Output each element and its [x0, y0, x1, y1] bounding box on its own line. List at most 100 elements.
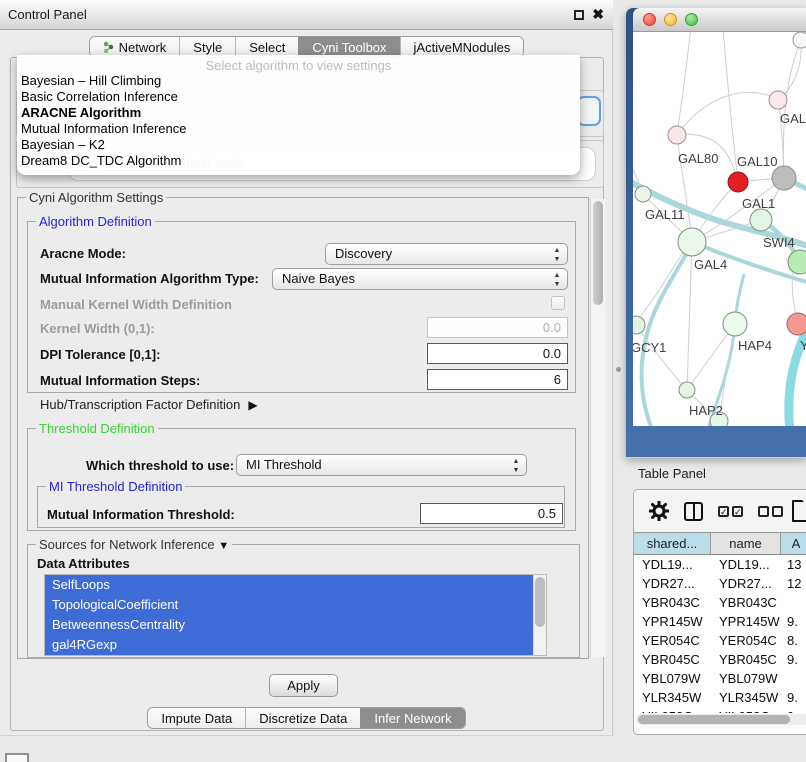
scrollbar-thumb[interactable] [638, 715, 790, 724]
network-node[interactable] [633, 316, 645, 334]
mi-steps-label: Mutual Information Steps: [40, 373, 200, 388]
select-all-columns-icon[interactable]: ✓✓ [718, 506, 743, 517]
node-label-gal1: GAL1 [742, 196, 775, 211]
column-header-shared[interactable]: shared... [634, 533, 711, 555]
gear-icon[interactable] [649, 501, 669, 521]
threshold-definition-title: Threshold Definition [36, 421, 158, 436]
table-row[interactable]: YDR27...YDR27...12 [634, 574, 806, 593]
focused-combo-button[interactable] [577, 96, 601, 126]
columns-icon[interactable] [684, 502, 703, 521]
scrollbar-thumb[interactable] [593, 201, 603, 305]
attribute-option-topologicalcoefficient[interactable]: TopologicalCoefficient [45, 595, 546, 615]
tab-jactivemnodules[interactable]: jActiveMNodules [400, 37, 524, 57]
tab-cyni-toolbox[interactable]: Cyni Toolbox [298, 37, 399, 57]
mi-threshold-label: Mutual Information Threshold: [47, 507, 235, 522]
mi-type-label: Mutual Information Algorithm Type: [40, 271, 259, 286]
manual-kernel-checkbox[interactable] [551, 296, 565, 310]
table-row[interactable]: YBR045CYBR045C9. [634, 650, 806, 669]
algorithm-dropdown-list: Select algorithm to view settings Bayesi… [17, 55, 580, 175]
tab-discretize-data[interactable]: Discretize Data [245, 708, 360, 728]
network-node[interactable] [769, 91, 787, 109]
table-row[interactable]: YLR345WYLR345W9. [634, 688, 806, 707]
table-panel-divider [620, 457, 806, 458]
hub-section-label: Hub/Transcription Factor Definition [40, 397, 240, 412]
tab-style[interactable]: Style [179, 37, 235, 57]
network-node[interactable] [668, 126, 686, 144]
mi-threshold-field[interactable]: 0.5 [420, 503, 563, 524]
node-label-swi4: SWI4 [763, 235, 795, 250]
network-node[interactable] [728, 172, 748, 192]
dpi-tolerance-label: DPI Tolerance [0,1]: [40, 347, 160, 362]
network-node[interactable] [723, 312, 747, 336]
sources-group-title: Sources for Network Inference ▼ [36, 537, 232, 552]
new-table-icon[interactable] [792, 500, 806, 522]
collapse-down-icon[interactable]: ▼ [218, 540, 229, 552]
zoom-traffic-light-icon[interactable] [685, 13, 698, 26]
minimize-traffic-light-icon[interactable] [664, 13, 677, 26]
dropdown-placeholder: Select algorithm to view settings [17, 58, 580, 73]
attribute-option-betweennesscentrality[interactable]: BetweennessCentrality [45, 615, 546, 635]
settings-scrollbar[interactable] [590, 199, 605, 657]
table-row[interactable]: YDL19...YDL19...13 [634, 555, 806, 574]
close-icon[interactable]: ✖ [592, 6, 604, 23]
table-row[interactable]: YER054CYER054C8. [634, 631, 806, 650]
network-node[interactable] [787, 313, 806, 335]
which-threshold-select[interactable]: MI Threshold ▲▼ [236, 454, 527, 476]
spinner-arrows-icon: ▲▼ [510, 455, 522, 475]
which-threshold-label: Which threshold to use: [86, 458, 234, 473]
cell: YBR045C [634, 650, 711, 669]
network-node[interactable] [793, 32, 806, 48]
algorithm-option-aracne-algorithm[interactable]: ARACNE Algorithm [17, 105, 580, 121]
kernel-width-field[interactable]: 0.0 [427, 317, 568, 338]
cell: YBL079W [711, 669, 781, 688]
network-window-titlebar[interactable] [633, 8, 806, 32]
manual-kernel-label: Manual Kernel Width Definition [40, 297, 232, 312]
table-row[interactable]: YBL079WYBL079W [634, 669, 806, 688]
cell [781, 669, 806, 688]
tab-network[interactable]: Network [90, 37, 180, 57]
scrollbar-thumb[interactable] [535, 577, 545, 627]
apply-button[interactable]: Apply [269, 674, 338, 697]
aracne-mode-select[interactable]: Discovery ▲▼ [325, 243, 568, 265]
network-node[interactable] [635, 186, 651, 202]
panel-divider-grip[interactable] [616, 367, 621, 372]
data-attributes-list[interactable]: SelfLoopsTopologicalCoefficientBetweenne… [44, 574, 547, 656]
mi-steps-field[interactable]: 6 [427, 369, 568, 390]
hub-transcription-section[interactable]: Hub/Transcription Factor Definition ▶ [40, 397, 258, 412]
expand-right-icon[interactable]: ▶ [248, 398, 257, 412]
tab-impute-data[interactable]: Impute Data [148, 708, 245, 728]
deselect-all-columns-icon[interactable] [758, 506, 783, 517]
network-node[interactable] [678, 228, 706, 256]
tab-select[interactable]: Select [235, 37, 298, 57]
float-window-icon[interactable] [574, 10, 584, 20]
table-row[interactable]: YIL052CYIL052C9. [634, 707, 806, 713]
mi-type-select[interactable]: Naive Bayes ▲▼ [272, 268, 568, 290]
settings-group-title: Cyni Algorithm Settings [26, 190, 166, 205]
table-horizontal-scrollbar[interactable] [636, 714, 806, 725]
network-node[interactable] [750, 209, 772, 231]
table-row[interactable]: YPR145WYPR145W9. [634, 612, 806, 631]
cell: YIL052C [634, 707, 711, 713]
cell: YBR043C [711, 593, 781, 612]
column-header-a[interactable]: A [781, 533, 806, 555]
algorithm-option-mutual-information-inference[interactable]: Mutual Information Inference [17, 121, 580, 137]
list-scrollbar[interactable] [533, 575, 546, 655]
tab-infer-network[interactable]: Infer Network [360, 708, 464, 728]
column-header-name[interactable]: name [711, 533, 781, 555]
algorithm-option-bayesian-hill-climbing[interactable]: Bayesian – Hill Climbing [17, 73, 580, 89]
aracne-mode-label: Aracne Mode: [40, 246, 126, 261]
network-node[interactable] [679, 382, 695, 398]
table-row[interactable]: YBR043CYBR043C [634, 593, 806, 612]
algorithm-option-dream8-dc-tdc-algorithm[interactable]: Dream8 DC_TDC Algorithm [17, 153, 580, 169]
network-canvas[interactable]: GAL8GAL80GAL10GAL1GAL11SWI4GAL4GCY1HAP4Y… [633, 32, 806, 426]
minimized-panel-icon[interactable] [5, 753, 29, 762]
cell: 9. [781, 612, 806, 631]
close-traffic-light-icon[interactable] [643, 13, 656, 26]
attribute-option-selfloops[interactable]: SelfLoops [45, 575, 546, 595]
algorithm-option-basic-correlation-inference[interactable]: Basic Correlation Inference [17, 89, 580, 105]
dpi-tolerance-field[interactable]: 0.0 [427, 343, 568, 364]
attribute-option-gal4rgexp[interactable]: gal4RGexp [45, 635, 546, 655]
algorithm-option-bayesian-k2[interactable]: Bayesian – K2 [17, 137, 580, 153]
network-node[interactable] [788, 250, 806, 274]
network-node[interactable] [772, 166, 796, 190]
